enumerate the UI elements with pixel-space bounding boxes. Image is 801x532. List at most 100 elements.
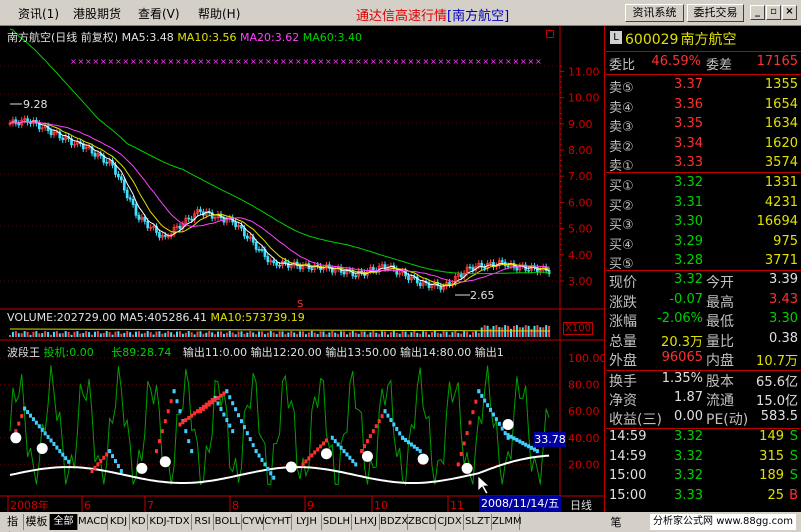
indicator-step xyxy=(497,421,501,426)
candle-body xyxy=(500,260,504,263)
kline-chart-area[interactable]: 11.00 10.00 9.00 8.00 7.00 6.00 5.00 4.00 3.00 × ×… xyxy=(0,26,607,513)
indicator-step xyxy=(386,413,390,418)
close-icon[interactable]: × xyxy=(782,5,797,20)
indicator-tab[interactable]: ZLMM xyxy=(492,514,522,530)
indicator-tab[interactable]: 全部 xyxy=(50,514,78,530)
sell-price: 3.37 xyxy=(674,77,703,92)
indicator-tab[interactable]: BDZX xyxy=(380,514,408,530)
indicator-name[interactable]: 波段王 xyxy=(7,346,40,359)
menu-hk-futures[interactable]: 港股期货 xyxy=(73,5,121,22)
divergence-marker: × xyxy=(85,57,92,66)
indicator-step xyxy=(245,431,249,436)
indicator-step xyxy=(111,454,115,459)
volume-bar xyxy=(123,332,126,337)
ma20-line xyxy=(9,121,550,283)
indicator-step xyxy=(119,469,123,474)
menu-view[interactable]: 查看(V) xyxy=(138,5,180,22)
indicator-tab[interactable]: MACD xyxy=(78,514,108,530)
indicator-tab[interactable]: SLZT xyxy=(464,514,492,530)
indicator-tick-label: 20.00 xyxy=(568,458,600,471)
indicator-tab[interactable]: RSI xyxy=(192,514,214,530)
indicator-step xyxy=(198,409,202,414)
volume-bar xyxy=(225,332,228,337)
volume-bar xyxy=(67,331,70,337)
indicator-step xyxy=(90,469,94,474)
indicator-tab[interactable]: LYJH xyxy=(292,514,322,530)
chart-corner-box[interactable] xyxy=(546,30,554,38)
volume-bar xyxy=(302,331,304,337)
indicator-step xyxy=(254,449,258,454)
volume-bar xyxy=(58,333,61,337)
volume-bar xyxy=(222,333,225,337)
buy-volume: 975 xyxy=(773,233,798,249)
signal-dot xyxy=(417,453,429,465)
menu-help[interactable]: 帮助(H) xyxy=(198,5,240,22)
news-system-button[interactable]: 资讯系统 xyxy=(625,4,684,22)
vma-line xyxy=(9,328,551,332)
buy-row: 买① 3.32 1331 xyxy=(606,175,801,195)
indicator-step xyxy=(354,462,358,467)
indicator-tab[interactable]: SDLH xyxy=(322,514,352,530)
volume-bar xyxy=(469,334,472,337)
indicator-tab[interactable]: CYHT xyxy=(264,514,292,530)
indicator-tab[interactable]: LHXJ xyxy=(352,514,380,530)
signal-dot xyxy=(461,462,473,474)
indicator-step xyxy=(228,395,232,400)
indicator-tab[interactable]: ZBCD xyxy=(408,514,436,530)
indicator-tab[interactable]: 模板 xyxy=(24,514,50,530)
indicator-step xyxy=(456,462,460,467)
period-label[interactable]: 日线 xyxy=(570,497,592,513)
volume-bar xyxy=(70,334,73,337)
volume-bar xyxy=(143,332,146,337)
trade-button[interactable]: 委托交易 xyxy=(687,4,744,22)
volume-bar xyxy=(258,331,261,337)
indicator-step xyxy=(345,452,349,457)
volume-bar xyxy=(55,331,58,337)
price-tick-label: 6.00 xyxy=(568,196,593,209)
indicator-step xyxy=(23,406,27,411)
tick-price: 3.32 xyxy=(674,429,703,444)
volume-bar xyxy=(457,332,460,337)
indicator-step xyxy=(190,413,194,418)
candle-body xyxy=(93,152,97,157)
tick-volume: 189 xyxy=(759,468,784,483)
indicator-step xyxy=(471,410,475,415)
indicator-tab[interactable]: KD xyxy=(130,514,148,530)
volume-bar xyxy=(120,333,123,337)
restore-icon[interactable]: ▫ xyxy=(766,5,781,20)
tick-volume: 149 xyxy=(759,429,784,444)
candle-body xyxy=(122,179,126,191)
volume-bar xyxy=(518,327,521,337)
volume-bar xyxy=(293,332,296,337)
indicator-tab[interactable]: KDJ xyxy=(108,514,130,530)
indicator-tab[interactable]: CYW xyxy=(242,514,265,530)
minimize-icon[interactable]: _ xyxy=(750,5,765,20)
tick-price: 3.32 xyxy=(674,448,703,464)
x-axis-label: 10 xyxy=(374,499,388,512)
indicator-step xyxy=(219,406,223,411)
indicator-tab[interactable]: CJDX xyxy=(436,514,464,530)
indicator-step xyxy=(43,431,47,436)
sell-price: 3.36 xyxy=(674,96,703,112)
indicator-step xyxy=(371,429,375,434)
indicator-step xyxy=(178,422,182,427)
indicator-tab[interactable]: KDJ-TDX xyxy=(148,514,192,530)
divergence-marker: × xyxy=(340,57,347,66)
indicator-step xyxy=(524,442,528,447)
volume-bar xyxy=(202,333,205,337)
indicator-tab[interactable]: 指标 xyxy=(2,514,24,532)
stock-header: 600029 南方航空 xyxy=(625,29,736,49)
volume-bar xyxy=(152,334,155,337)
menu-info[interactable]: 资讯(1) xyxy=(18,5,59,22)
volume-bar xyxy=(281,331,284,337)
indicator-step xyxy=(474,399,478,404)
volume-bar xyxy=(146,331,149,337)
indicator-step xyxy=(415,446,419,451)
volume-bar xyxy=(337,333,340,337)
indicator-step xyxy=(29,413,33,418)
indicator-tab[interactable]: BOLL xyxy=(214,514,242,530)
volume-bar xyxy=(158,331,161,337)
divergence-marker: × xyxy=(445,57,452,66)
bi-button[interactable]: 笔 xyxy=(606,514,626,530)
stat2-value: 1.87 xyxy=(674,390,703,405)
